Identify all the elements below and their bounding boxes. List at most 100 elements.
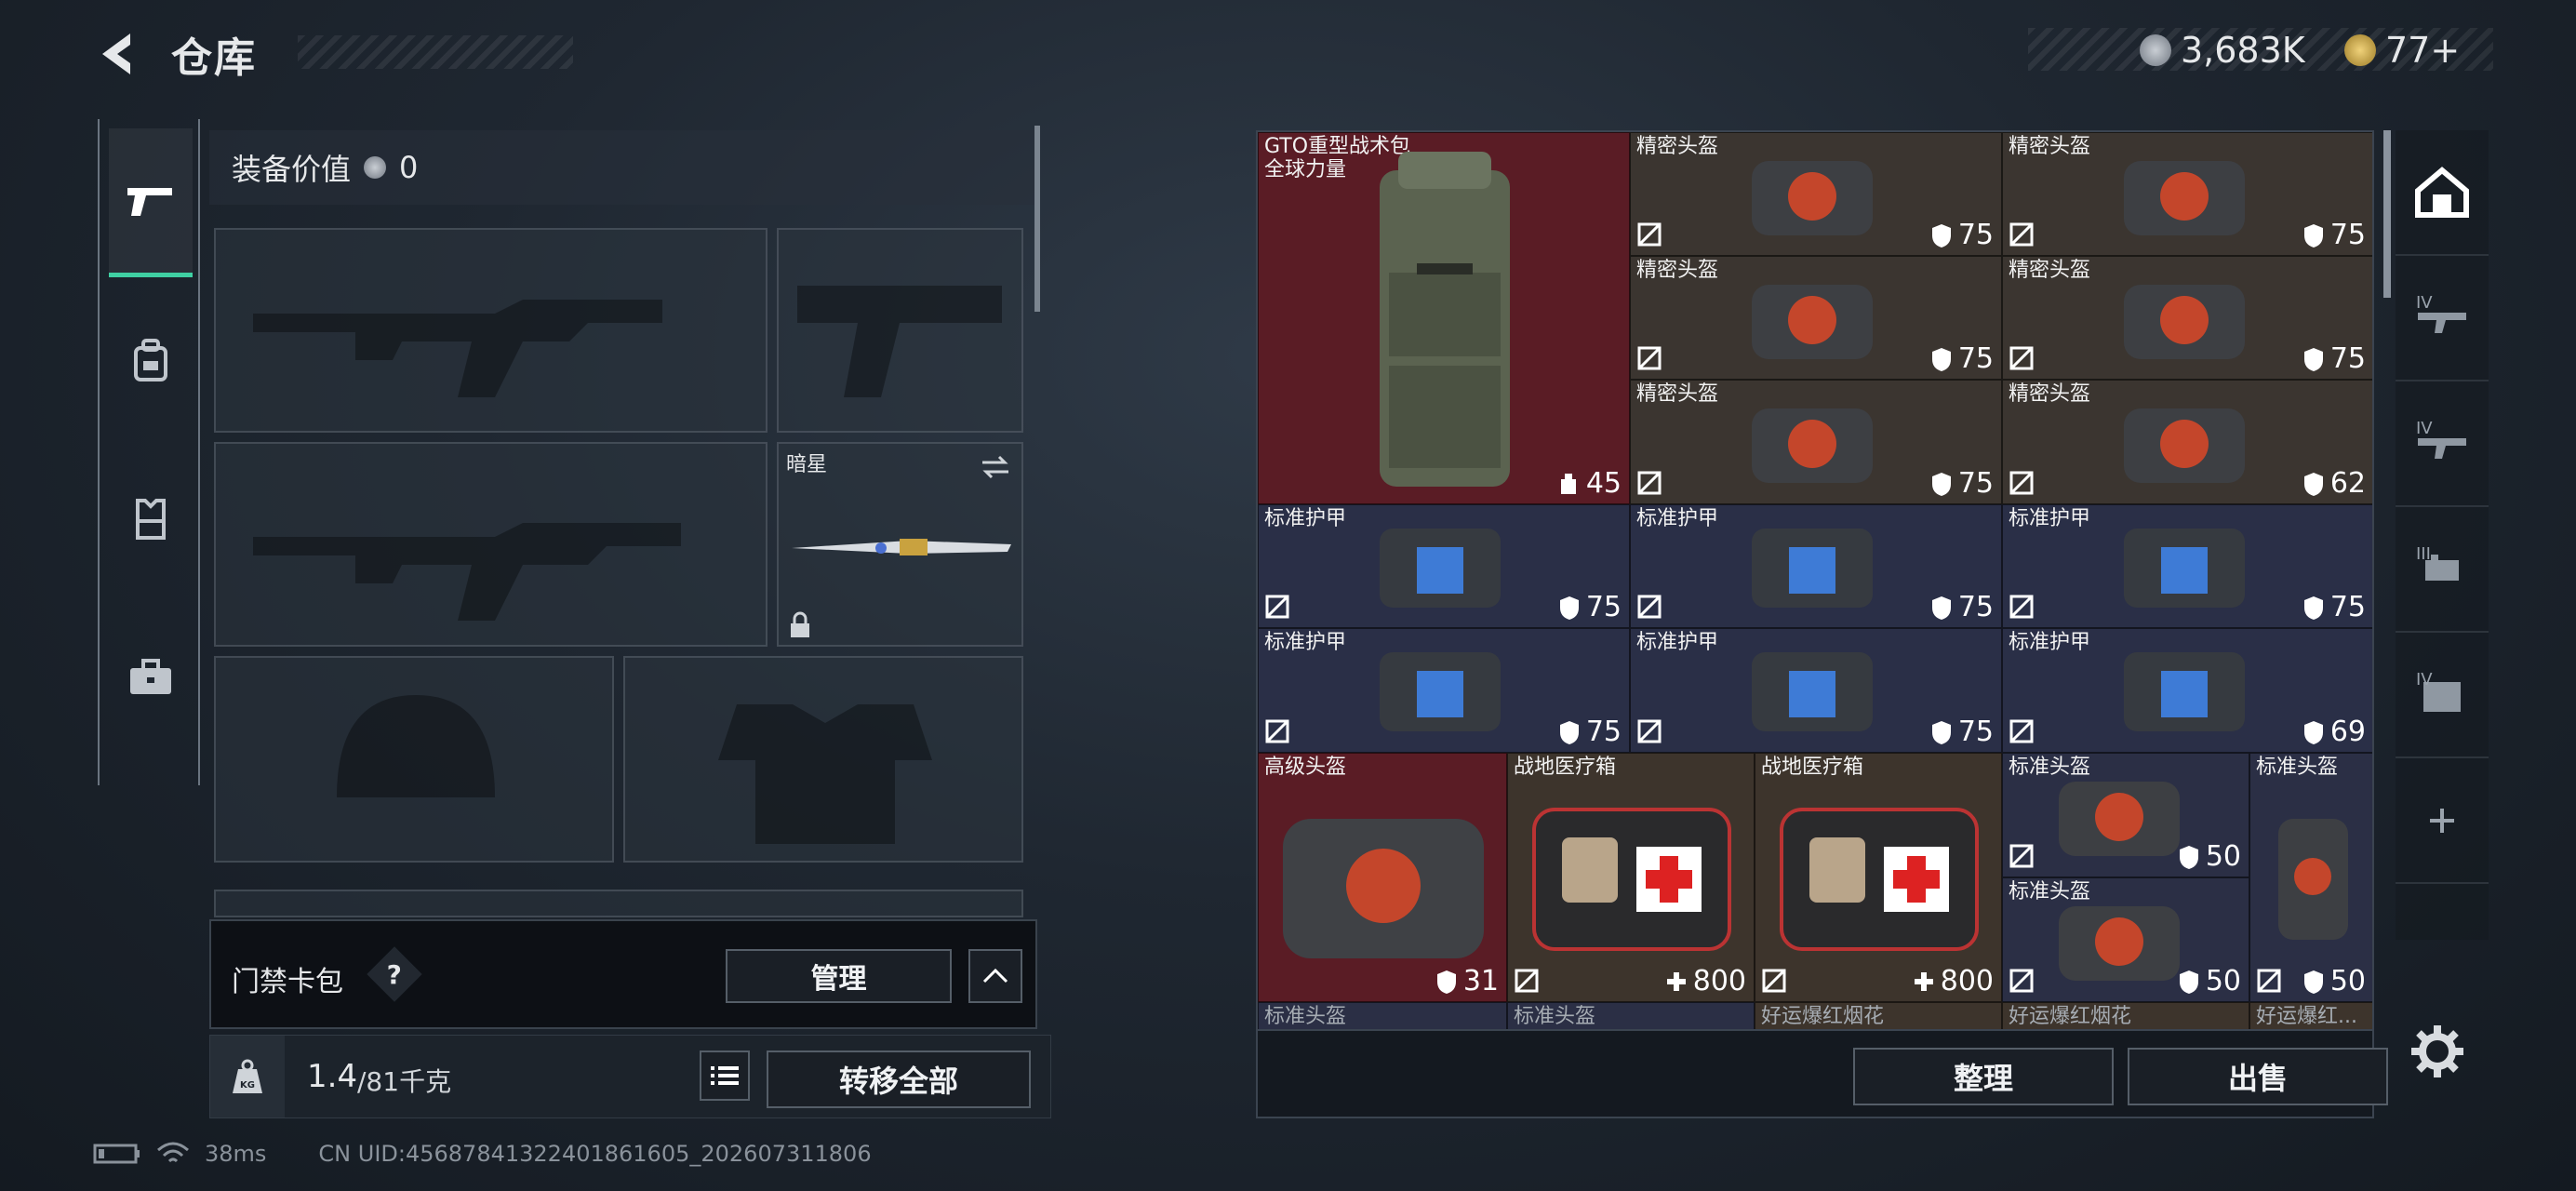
nav-item-weapons[interactable] <box>109 128 193 277</box>
helmet-icon <box>1752 408 1873 483</box>
rifle-silhouette-icon <box>253 300 662 397</box>
item-precision-helmet[interactable]: 精密头盔 75 <box>1630 380 2002 504</box>
capacity-icon <box>1560 473 1576 494</box>
melee-name: 暗星 <box>786 453 828 476</box>
briefcase-icon <box>130 659 171 694</box>
currency-bar: 3,683K 77+ <box>2028 28 2493 71</box>
plus-icon <box>1914 971 1933 991</box>
add-category-button[interactable] <box>2396 758 2489 884</box>
shield-icon <box>1931 223 1951 248</box>
settings-button[interactable] <box>2409 1024 2465 1079</box>
page-title: 仓库 <box>171 34 257 82</box>
item-field-medkit[interactable]: 战地医疗箱 800 <box>1755 753 2002 1002</box>
item-field-medkit[interactable]: 战地医疗箱 800 <box>1507 753 1755 1002</box>
item-advanced-helmet[interactable]: 高级头盔 31 <box>1258 753 1507 1002</box>
primary-weapon-slot-1[interactable] <box>214 228 767 433</box>
manage-button[interactable]: 管理 <box>726 949 952 1003</box>
shield-icon <box>1436 970 1456 994</box>
plus-icon <box>2430 808 2454 833</box>
shield-icon <box>2303 223 2323 248</box>
helmet-slot[interactable] <box>214 656 614 863</box>
shield-icon <box>1559 720 1579 744</box>
item-standard-armor[interactable]: 标准护甲 75 <box>1630 504 2002 628</box>
currency-primary: 3,683K <box>2140 30 2305 71</box>
list-view-button[interactable] <box>700 1050 750 1101</box>
help-icon[interactable]: ? <box>367 946 422 1002</box>
item-precision-helmet[interactable]: 精密头盔 75 <box>2002 256 2372 380</box>
item-precision-helmet[interactable]: 精密头盔 62 <box>2002 380 2372 504</box>
item-precision-helmet[interactable]: 精密头盔 75 <box>2002 132 2372 256</box>
transfer-all-button[interactable]: 转移全部 <box>767 1050 1031 1108</box>
item-backpack[interactable]: GTO重型战术包 全球力量 45 <box>1258 132 1630 504</box>
helmet-icon <box>2124 408 2245 483</box>
knife-icon <box>792 539 1011 555</box>
item-precision-helmet[interactable]: 精密头盔 75 <box>1630 256 2002 380</box>
nav-item-case[interactable] <box>109 603 193 752</box>
loadout-scrollbar[interactable] <box>1034 126 1040 312</box>
nav-item-backpack[interactable] <box>109 287 193 435</box>
inventory-grid: GTO重型战术包 全球力量 45 精密头盔 75 精密头盔 75 精密头盔 75 … <box>1256 130 2374 1033</box>
pistol-icon <box>127 187 172 216</box>
armor-slot[interactable] <box>623 656 1023 863</box>
item-standard-armor[interactable]: 标准护甲 75 <box>1630 628 2002 753</box>
shield-icon <box>2179 845 2198 869</box>
silver-coin-icon <box>364 156 387 179</box>
sort-button[interactable]: 整理 <box>1853 1048 2114 1105</box>
back-button[interactable] <box>93 28 145 80</box>
category-ammo-iii[interactable]: III <box>2396 507 2489 633</box>
no-insure-icon <box>2009 844 2034 868</box>
sell-button[interactable]: 出售 <box>2128 1048 2388 1105</box>
backpack-icon <box>134 339 167 381</box>
storage-icon <box>2415 166 2469 218</box>
currency-secondary[interactable]: 77+ <box>2344 30 2460 71</box>
item-standard-armor[interactable]: 标准护甲 75 <box>2002 504 2372 628</box>
no-insure-icon <box>2257 969 2281 993</box>
helmet-icon <box>2124 161 2245 235</box>
helmet-icon <box>2124 285 2245 359</box>
item-standard-helmet[interactable]: 标准头盔 50 <box>2002 877 2249 1002</box>
category-rifle-iv[interactable]: IV <box>2396 256 2489 381</box>
shield-icon <box>2179 970 2198 994</box>
grid-action-bar: 整理 出售 <box>1256 1029 2388 1118</box>
weight-bar: KG 1.4 /81千克 转移全部 <box>209 1035 1051 1118</box>
wifi-icon <box>157 1142 189 1163</box>
item-precision-helmet[interactable]: 精密头盔 75 <box>1630 132 2002 256</box>
pistol-slot[interactable] <box>777 228 1023 433</box>
shield-icon <box>1559 596 1579 620</box>
extra-slot[interactable] <box>214 890 1023 917</box>
vest-icon <box>136 499 166 540</box>
no-insure-icon <box>2009 346 2034 370</box>
swap-icon[interactable] <box>979 453 1012 481</box>
item-standard-helmet[interactable]: 标准头盔 50 <box>2002 753 2249 877</box>
item-standard-armor[interactable]: 标准护甲 69 <box>2002 628 2372 753</box>
nav-item-vest[interactable] <box>109 445 193 594</box>
armor-icon <box>1380 529 1501 608</box>
title-decoration <box>298 35 573 69</box>
helmet-icon <box>1283 819 1484 958</box>
lock-icon <box>791 611 809 637</box>
armor-icon <box>2124 652 2245 731</box>
primary-weapon-slot-2[interactable] <box>214 442 767 647</box>
no-insure-icon <box>1637 222 1662 247</box>
no-insure-icon <box>2009 222 2034 247</box>
no-insure-icon <box>1762 969 1786 993</box>
no-insure-icon <box>2009 969 2034 993</box>
item-standard-helmet[interactable]: 标准头盔 50 <box>2249 753 2372 1002</box>
category-rifle-iv-2[interactable]: IV <box>2396 381 2489 507</box>
grid-scrollbar[interactable] <box>2383 130 2391 298</box>
item-stat: 45 <box>1556 467 1622 500</box>
collapse-button[interactable] <box>968 949 1022 1003</box>
pistol-silhouette-icon <box>797 286 1002 397</box>
item-standard-armor[interactable]: 标准护甲 75 <box>1258 504 1630 628</box>
category-case-iv[interactable]: IV <box>2396 633 2489 758</box>
equip-value-row: 装备价值 0 <box>209 130 1037 205</box>
no-insure-icon <box>1637 719 1662 743</box>
shield-icon <box>1931 596 1951 620</box>
gear-icon <box>2411 1025 2463 1077</box>
shield-icon <box>2303 472 2323 496</box>
item-standard-armor[interactable]: 标准护甲 75 <box>1258 628 1630 753</box>
plus-icon <box>1666 971 1686 991</box>
category-all[interactable] <box>2396 130 2489 256</box>
melee-slot[interactable]: 暗星 <box>777 442 1023 647</box>
no-insure-icon <box>2009 719 2034 743</box>
